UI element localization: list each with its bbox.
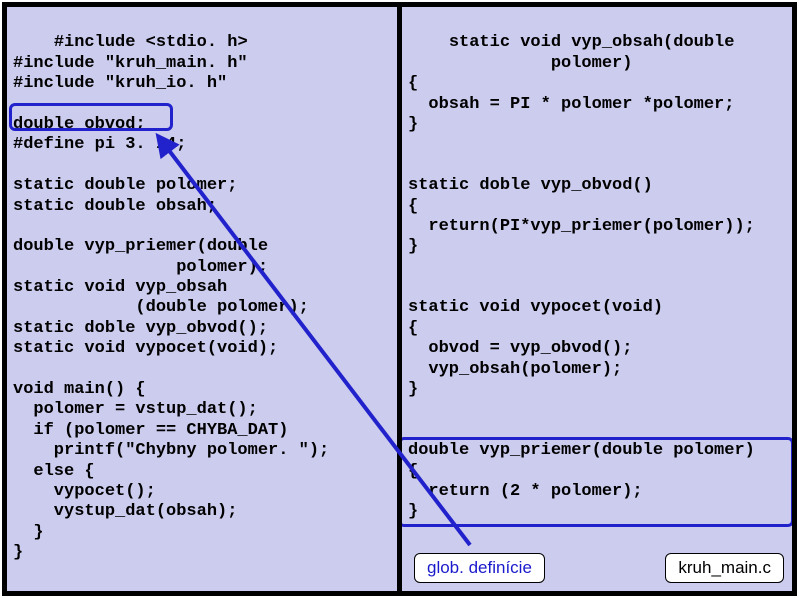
- label-filename: kruh_main.c: [665, 553, 784, 583]
- left-column: #include <stdio. h> #include "kruh_main.…: [7, 7, 402, 591]
- code-frame: #include <stdio. h> #include "kruh_main.…: [2, 2, 797, 596]
- right-code-text: static void vyp_obsah(double polomer) { …: [408, 33, 755, 521]
- label-filename-text: kruh_main.c: [678, 558, 771, 577]
- left-code-text: #include <stdio. h> #include "kruh_main.…: [13, 33, 329, 562]
- label-glob-definicie: glob. definície: [414, 553, 545, 583]
- right-column: static void vyp_obsah(double polomer) { …: [402, 7, 792, 591]
- label-glob-text: glob. definície: [427, 558, 532, 577]
